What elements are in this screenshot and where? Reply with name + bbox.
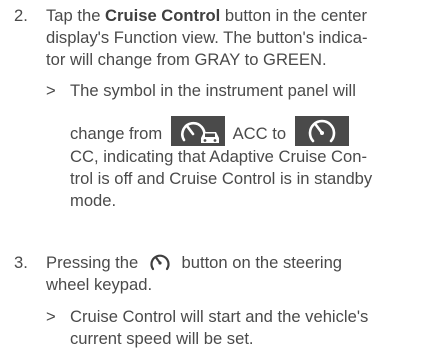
- text-run: button on the steering: [181, 253, 343, 272]
- result-text: Cruise Control will start and the vehicl…: [70, 306, 440, 350]
- result-text: The symbol in the instrument panel will …: [70, 80, 440, 212]
- step-number: 2.: [14, 6, 28, 25]
- cruise-control-label: Cruise Control: [105, 6, 221, 25]
- result-line: CC, indicating that Adaptive Cruise Con-: [70, 147, 367, 166]
- result-marker: >: [46, 307, 56, 326]
- step-line: Pressing the button on the steering: [46, 252, 438, 274]
- text-run: button in the center: [220, 6, 367, 25]
- step-number: 3.: [14, 253, 28, 272]
- text-run: ACC to: [232, 124, 287, 143]
- cruise-control-speedometer-icon: [149, 252, 171, 272]
- result-line: change from ACC to: [70, 116, 440, 146]
- step-line: Tap the Cruise Control button in the cen…: [46, 5, 438, 27]
- text-run: Pressing the: [46, 253, 139, 272]
- acc-speedometer-car-icon: [170, 116, 225, 146]
- text-run: Tap the: [46, 6, 106, 25]
- result-line: The symbol in the instrument panel will: [70, 81, 356, 100]
- result-line: current speed will be set.: [70, 329, 254, 348]
- step-line: display's Function view. The button's in…: [46, 28, 368, 47]
- step-text: Pressing the button on the steering whee…: [46, 252, 438, 296]
- step-line: tor will change from GRAY to GREEN.: [46, 50, 327, 69]
- cc-speedometer-icon: [294, 116, 349, 146]
- result-line: mode.: [70, 191, 117, 210]
- result-line: trol is off and Cruise Control is in sta…: [70, 169, 373, 188]
- text-run: change from: [70, 124, 163, 143]
- step-text: Tap the Cruise Control button in the cen…: [46, 5, 438, 71]
- step-line: wheel keypad.: [46, 275, 153, 294]
- result-marker: >: [46, 81, 56, 100]
- result-line: Cruise Control will start and the vehicl…: [70, 307, 369, 326]
